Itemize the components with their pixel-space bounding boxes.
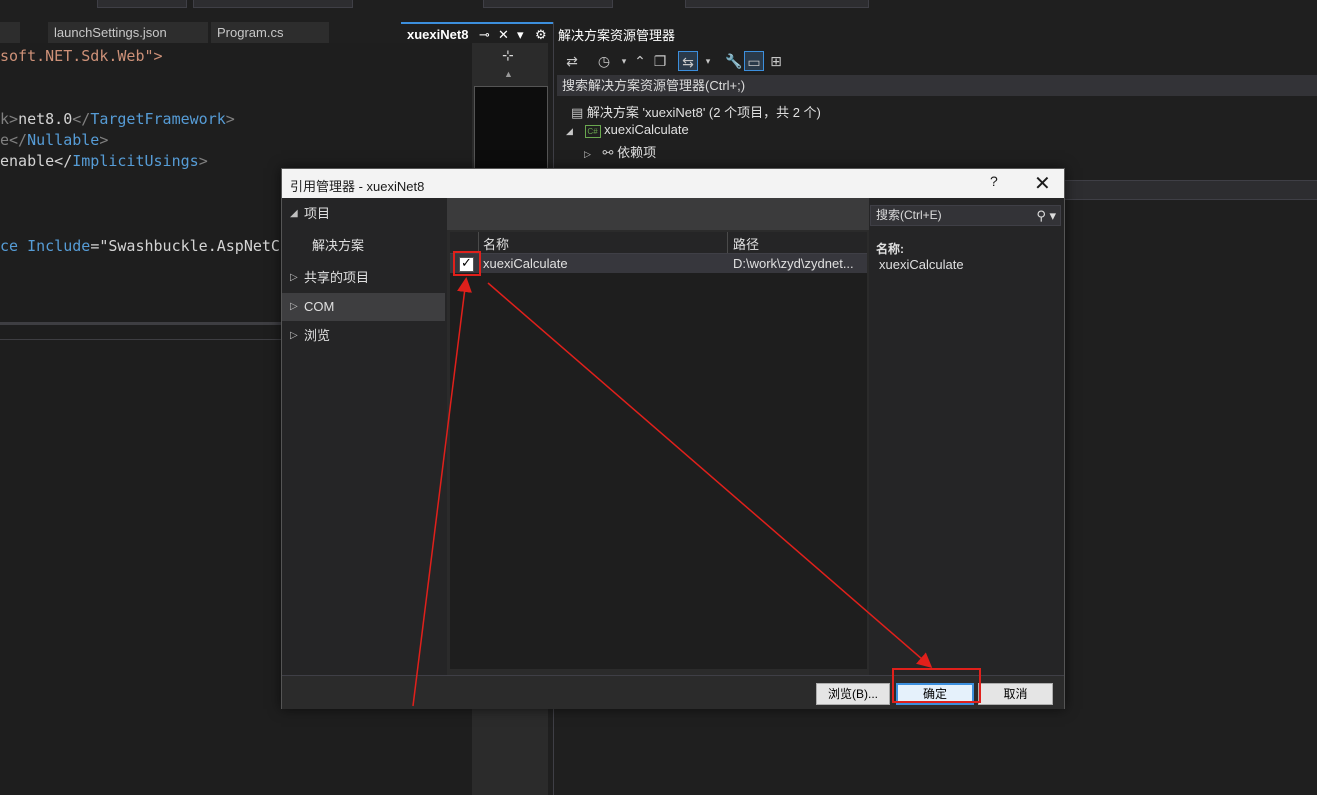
annotation-arrow-to-ok — [487, 282, 933, 668]
annotation-arrow-to-checkbox — [412, 277, 472, 707]
annotation-arrows — [412, 277, 933, 707]
